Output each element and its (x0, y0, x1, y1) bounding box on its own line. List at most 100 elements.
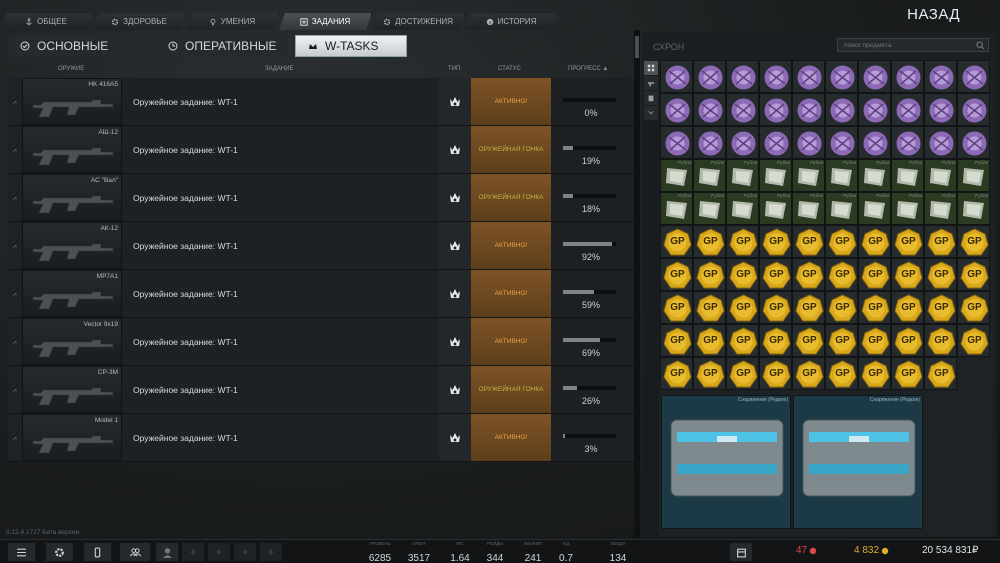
gp-item[interactable]: GP (792, 324, 825, 357)
crystal-item[interactable] (693, 93, 726, 126)
gp-item[interactable]: GP (792, 225, 825, 258)
gp-item[interactable]: GP (891, 225, 924, 258)
crystal-item[interactable] (660, 60, 693, 93)
gp-item[interactable]: GP (660, 258, 693, 291)
rub-item[interactable]: Рубли (858, 159, 891, 192)
gp-item[interactable]: GP (693, 258, 726, 291)
crystal-item[interactable] (957, 93, 990, 126)
nav-tab-general[interactable]: Общее (0, 13, 93, 30)
gp-item[interactable]: GP (858, 291, 891, 324)
crystal-item[interactable] (726, 93, 759, 126)
gp-item[interactable]: GP (891, 258, 924, 291)
header-type[interactable]: ТИП (448, 66, 460, 72)
gp-item[interactable]: GP (924, 291, 957, 324)
crystal-item[interactable] (726, 126, 759, 159)
rub-item[interactable]: Рубли (693, 159, 726, 192)
scrollbar-thumb[interactable] (635, 36, 639, 58)
rub-item[interactable]: Рубли (825, 192, 858, 225)
rub-item[interactable]: Рубли (891, 192, 924, 225)
table-row[interactable]: Vector 9x19 Оружейное задание: WT-1 АКТИВН… (8, 318, 634, 366)
crystal-item[interactable] (825, 60, 858, 93)
panel-divider[interactable] (634, 30, 640, 538)
row-drag-handle[interactable] (8, 222, 22, 269)
gp-item[interactable]: GP (825, 225, 858, 258)
gp-item[interactable]: GP (759, 324, 792, 357)
crystal-item[interactable] (792, 60, 825, 93)
table-row[interactable]: АШ-12 Оружейное задание: WT-1 ОРУЖЕЙНАЯ ГО… (8, 126, 634, 174)
rub-item[interactable]: Рубли (792, 192, 825, 225)
weapon-cell[interactable]: СР-3М (22, 366, 122, 413)
empty-slot-add[interactable]: + (260, 543, 282, 561)
weapon-cell[interactable]: АС "Вал" (22, 174, 122, 221)
crystal-item[interactable] (891, 126, 924, 159)
filter-weapons[interactable] (644, 76, 658, 90)
gp-item[interactable]: GP (825, 357, 858, 390)
row-drag-handle[interactable] (8, 318, 22, 365)
row-drag-handle[interactable] (8, 366, 22, 413)
gp-item[interactable]: GP (957, 291, 990, 324)
table-row[interactable]: АК-12 Оружейное задание: WT-1 АКТИВНО! 92% (8, 222, 634, 270)
gp-item[interactable]: GP (825, 291, 858, 324)
filter-all[interactable] (644, 61, 658, 75)
gp-item[interactable]: GP (957, 225, 990, 258)
gp-item[interactable]: GP (726, 258, 759, 291)
rub-item[interactable]: Рубли (660, 159, 693, 192)
gp-item[interactable]: GP (660, 225, 693, 258)
table-row[interactable]: АС "Вал" Оружейное задание: WT-1 ОРУЖЕЙНАЯ… (8, 174, 634, 222)
task-name[interactable]: Оружейное задание: WT-1 (122, 414, 439, 461)
crystal-item[interactable] (726, 60, 759, 93)
table-row[interactable]: Model 1 Оружейное задание: WT-1 АКТИВНО! 3% (8, 414, 634, 462)
gp-item[interactable]: GP (726, 291, 759, 324)
rub-item[interactable]: Рубли (759, 192, 792, 225)
crystal-item[interactable] (924, 93, 957, 126)
equipment-case-item[interactable]: Снаряжение (Редкое) (661, 395, 791, 529)
filter-gear[interactable] (644, 91, 658, 105)
gp-item[interactable]: GP (858, 225, 891, 258)
settings-button[interactable] (46, 543, 73, 561)
table-row[interactable]: СР-3М Оружейное задание: WT-1 ОРУЖЕЙНАЯ ГО… (8, 366, 634, 414)
crystal-item[interactable] (825, 93, 858, 126)
gp-item[interactable]: GP (759, 291, 792, 324)
task-name[interactable]: Оружейное задание: WT-1 (122, 222, 439, 269)
crystal-item[interactable] (891, 60, 924, 93)
crystal-item[interactable] (660, 93, 693, 126)
subtab-w-tasks[interactable]: W-TASKS (295, 35, 407, 57)
gp-item[interactable]: GP (858, 324, 891, 357)
rub-item[interactable]: Рубли (792, 159, 825, 192)
task-name[interactable]: Оружейное задание: WT-1 (122, 366, 439, 413)
gp-item[interactable]: GP (891, 357, 924, 390)
equipment-case-item[interactable]: Снаряжение (Редкое) (793, 395, 923, 529)
nav-tab-achievements[interactable]: Достижения (372, 13, 465, 30)
crystal-item[interactable] (792, 93, 825, 126)
empty-slot-add[interactable]: + (208, 543, 230, 561)
task-name[interactable]: Оружейное задание: WT-1 (122, 126, 439, 173)
row-drag-handle[interactable] (8, 78, 22, 125)
rub-item[interactable]: Рубли (924, 159, 957, 192)
table-row[interactable]: HK 416A5 Оружейное задание: WT-1 АКТИВНО! 0… (8, 78, 634, 126)
rub-item[interactable]: Рубли (726, 192, 759, 225)
rub-item[interactable]: Рубли (957, 159, 990, 192)
crystal-item[interactable] (825, 126, 858, 159)
gp-item[interactable]: GP (726, 225, 759, 258)
rub-item[interactable]: Рубли (726, 159, 759, 192)
gp-item[interactable]: GP (858, 258, 891, 291)
gp-item[interactable]: GP (693, 291, 726, 324)
gp-item[interactable]: GP (957, 324, 990, 357)
task-name[interactable]: Оружейное задание: WT-1 (122, 78, 439, 125)
nav-tab-skills[interactable]: Умения (186, 13, 279, 30)
gp-item[interactable]: GP (924, 324, 957, 357)
gp-item[interactable]: GP (726, 324, 759, 357)
crystal-item[interactable] (957, 126, 990, 159)
crystal-item[interactable] (858, 126, 891, 159)
subtab-operational[interactable]: ОПЕРАТИВНЫЕ (148, 35, 288, 57)
header-task[interactable]: ЗАДАНИЕ (265, 66, 294, 72)
crystal-item[interactable] (924, 126, 957, 159)
crystal-item[interactable] (891, 93, 924, 126)
gp-item[interactable]: GP (693, 225, 726, 258)
friends-button[interactable] (120, 543, 150, 561)
crystal-item[interactable] (660, 126, 693, 159)
back-button[interactable]: НАЗАД (907, 6, 960, 23)
weapon-cell[interactable]: АК-12 (22, 222, 122, 269)
empty-slot-add[interactable]: + (182, 543, 204, 561)
search-icon[interactable] (976, 41, 985, 50)
